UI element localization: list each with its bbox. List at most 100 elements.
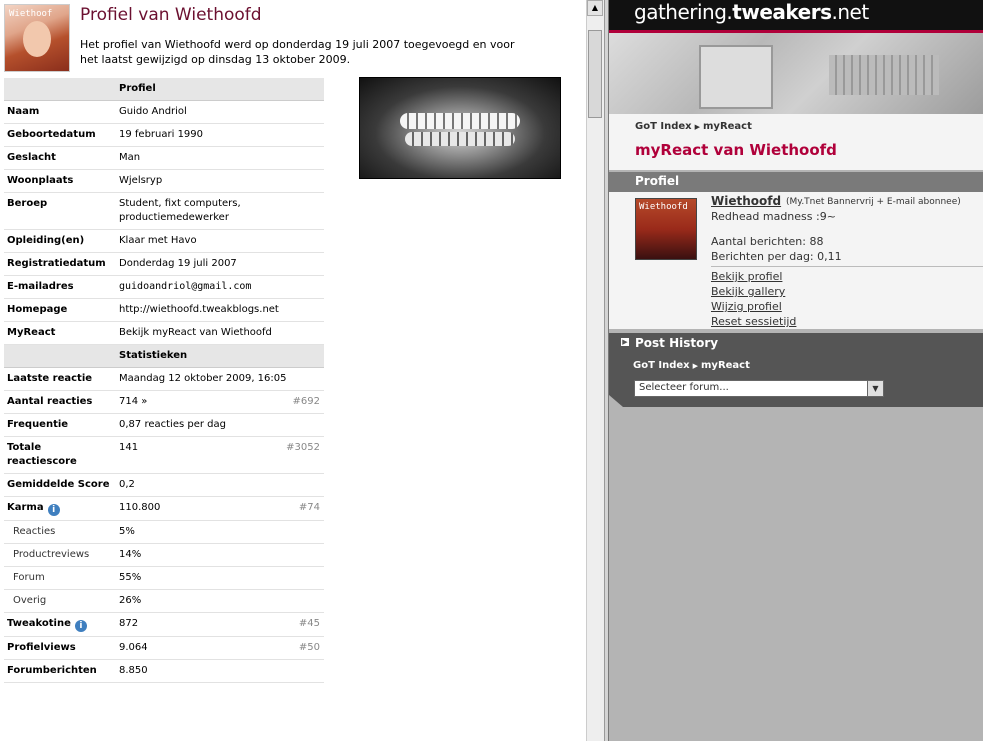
row-key: Geslacht <box>4 146 116 170</box>
table-header-profiel: Profiel <box>4 78 324 101</box>
motherboard-chip-graphic <box>699 45 773 109</box>
row-key: Karma <box>7 502 44 513</box>
crumb-root-link[interactable]: GoT Index <box>633 360 690 371</box>
row-value: 26% <box>119 595 142 606</box>
row-key: Aantal reacties <box>4 390 116 414</box>
table-row: MyReact Bekijk myReact van Wiethoofd <box>4 321 324 345</box>
user-status-link[interactable]: (My.Tnet Bannervrij + E-mail abonnee) <box>786 197 961 207</box>
email-value[interactable]: guidoandriol@gmail.com <box>116 275 324 299</box>
footer-bar: GoT Index ▶ myReact Selecteer forum... ▼ <box>609 355 983 407</box>
row-key: Tweakotine <box>7 618 71 629</box>
myreact-frame: gathering.tweakers.net GoT Index ▶ myReact… <box>609 0 983 741</box>
table-row: Geslacht Man <box>4 146 324 170</box>
avatar-text: Wiethoofd <box>639 202 688 212</box>
row-key: Reacties <box>4 520 116 544</box>
chevron-right-icon: ▶ <box>692 362 699 370</box>
row-value: 141 <box>119 442 139 453</box>
table-row: Woonplaats Wjelsryp <box>4 169 324 193</box>
scroll-thumb[interactable] <box>588 30 602 118</box>
chevron-right-icon: ▶ <box>694 123 701 131</box>
reset-session-link[interactable]: Reset sessietijd <box>711 315 796 328</box>
user-motto: Redhead madness :9~ <box>711 210 836 223</box>
row-value: 9.064 <box>119 642 148 653</box>
row-key: Woonplaats <box>4 169 116 193</box>
section-label: Profiel <box>635 174 680 188</box>
table-row: Totale reactiescore 141 #3052 <box>4 436 324 474</box>
row-key: Totale reactiescore <box>4 436 116 474</box>
table-row: Laatste reactie Maandag 12 oktober 2009, … <box>4 367 324 391</box>
table-row: Productreviews 14% <box>4 543 324 567</box>
table-row: Overig 26% <box>4 589 324 613</box>
info-icon[interactable]: i <box>74 620 87 632</box>
crumb-leaf-link[interactable]: myReact <box>701 360 750 371</box>
row-value: 872 <box>119 618 139 629</box>
row-key: MyReact <box>4 321 116 345</box>
site-banner: gathering.tweakers.net <box>609 0 983 114</box>
row-key: Naam <box>4 100 116 124</box>
myreact-title: myReact van Wiethoofd <box>635 141 837 159</box>
row-value: 110.800 <box>119 502 161 513</box>
view-profile-link[interactable]: Bekijk profiel <box>711 270 782 283</box>
row-value: 5% <box>119 526 135 537</box>
row-key: Gemiddelde Score <box>4 473 116 497</box>
chevron-down-icon[interactable]: ▼ <box>867 381 883 396</box>
site-logo[interactable]: gathering.tweakers.net <box>634 0 869 24</box>
row-key: Registratiedatum <box>4 252 116 276</box>
banner-accent-line <box>609 30 983 33</box>
vertical-scrollbar[interactable]: ▲ <box>586 0 604 741</box>
row-key: Homepage <box>4 298 116 322</box>
row-value: Student, fixt computers, productiemedewe… <box>116 192 324 230</box>
logo-bold: tweakers <box>732 0 832 24</box>
row-key: Laatste reactie <box>4 367 116 391</box>
rank-label: #3052 <box>286 442 320 453</box>
table-row: Frequentie 0,87 reacties per dag <box>4 413 324 437</box>
crumb-leaf-link[interactable]: myReact <box>703 121 752 132</box>
rank-label: #692 <box>292 396 320 407</box>
table-row: Aantal reacties 714 » #692 <box>4 390 324 414</box>
profile-image[interactable] <box>359 77 561 179</box>
rank-label: #74 <box>298 502 320 513</box>
homepage-link[interactable]: http://wiethoofd.tweakblogs.net <box>116 298 324 322</box>
rank-label: #50 <box>298 642 320 653</box>
myreact-link[interactable]: Bekijk myReact van Wiethoofd <box>116 321 324 345</box>
view-gallery-link[interactable]: Bekijk gallery <box>711 285 785 298</box>
user-name-link[interactable]: Wiethoofd <box>711 194 781 208</box>
breadcrumb: GoT Index ▶ myReact <box>633 360 750 371</box>
row-key: Overig <box>4 589 116 613</box>
info-icon[interactable]: i <box>47 504 60 516</box>
title-area: GoT Index ▶ myReact myReact van Wiethoofd <box>609 114 983 170</box>
row-key: Beroep <box>4 192 116 230</box>
row-value: 14% <box>119 549 142 560</box>
table-row: Homepage http://wiethoofd.tweakblogs.net <box>4 298 324 322</box>
rank-label: #45 <box>298 618 320 629</box>
scroll-up-arrow-icon[interactable]: ▲ <box>587 0 603 16</box>
header-label: Profiel <box>116 78 324 101</box>
table-row: Tweakotine i 872 #45 <box>4 612 324 637</box>
user-avatar: Wiethoofd <box>635 198 697 260</box>
row-key: Frequentie <box>4 413 116 437</box>
post-history-header[interactable]: ▶ Post History <box>609 333 983 355</box>
crumb-root-link[interactable]: GoT Index <box>635 121 692 132</box>
row-value: Klaar met Havo <box>116 229 324 253</box>
post-count: Aantal berichten: 88 <box>711 235 824 248</box>
row-key: E-mailadres <box>4 275 116 299</box>
row-value: Guido Andriol <box>116 100 324 124</box>
profiel-section-header: Profiel <box>609 172 983 192</box>
section-label: Post History <box>635 336 719 350</box>
xray-lower-teeth <box>405 132 515 146</box>
motherboard-slots-graphic <box>829 55 939 95</box>
row-value: Man <box>116 146 324 170</box>
forum-select[interactable]: Selecteer forum... ▼ <box>634 380 884 397</box>
row-value: 55% <box>119 572 142 583</box>
row-key: Opleiding(en) <box>4 229 116 253</box>
page-title: Profiel van Wiethoofd <box>80 5 262 25</box>
table-row: Forumberichten 8.850 <box>4 659 324 683</box>
table-row: Reacties 5% <box>4 520 324 544</box>
row-key: Forumberichten <box>4 659 116 683</box>
edit-profile-link[interactable]: Wijzig profiel <box>711 300 782 313</box>
avatar-face <box>23 21 51 57</box>
table-row: Karma i 110.800 #74 <box>4 496 324 521</box>
table-header-statistieken: Statistieken <box>4 344 324 368</box>
reacties-link[interactable]: 714 » <box>119 396 147 407</box>
expand-arrow-icon[interactable]: ▶ <box>621 338 629 346</box>
